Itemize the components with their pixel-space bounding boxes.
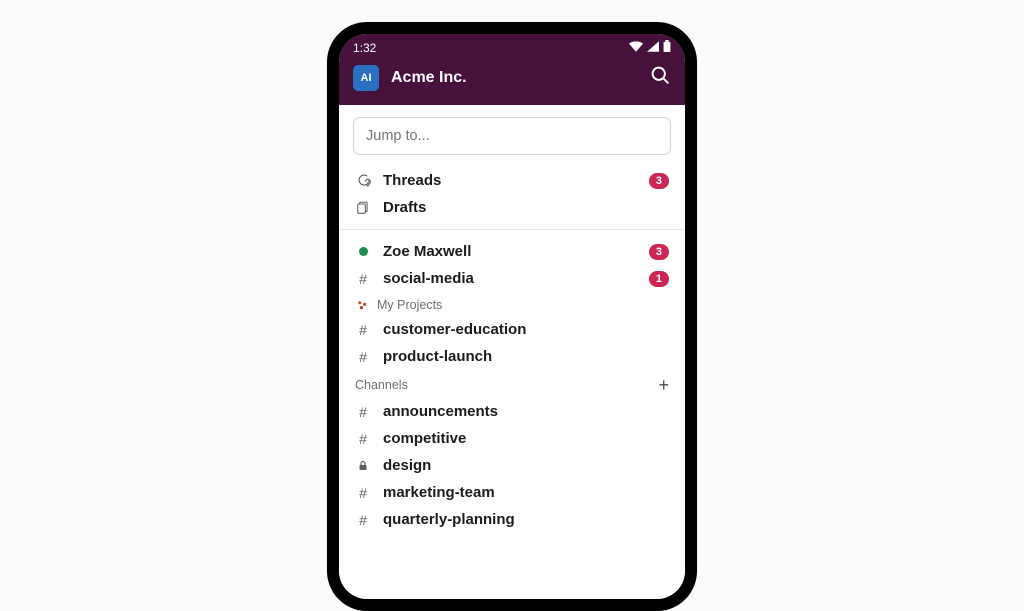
dm-label: Zoe Maxwell [383, 243, 637, 260]
lock-icon [355, 459, 371, 472]
workspace-name[interactable]: Acme Inc. [391, 69, 638, 87]
phone-frame: 1:32 AI Acme Inc. [327, 22, 697, 611]
hash-icon: # [355, 271, 371, 287]
battery-icon [663, 40, 671, 55]
drafts-icon [355, 200, 371, 215]
channel-badge: 1 [649, 271, 669, 287]
workspace-avatar[interactable]: AI [353, 65, 379, 91]
channel-label: quarterly-planning [383, 511, 669, 528]
channel-design[interactable]: design [339, 452, 685, 479]
channel-label: design [383, 457, 669, 474]
wifi-icon [629, 41, 643, 55]
channel-label: marketing-team [383, 484, 669, 501]
dm-zoe-maxwell[interactable]: Zoe Maxwell 3 [339, 238, 685, 265]
jump-to-wrap [339, 105, 685, 167]
section-title: Channels [355, 378, 650, 392]
threads-icon [355, 173, 371, 188]
threads-badge: 3 [649, 173, 669, 189]
section-title: My Projects [377, 298, 669, 312]
channel-label: product-launch [383, 348, 669, 365]
folder-emoji-icon [355, 298, 369, 312]
channel-label: customer-education [383, 321, 669, 338]
channel-quarterly-planning[interactable]: # quarterly-planning [339, 506, 685, 533]
sidebar-content: Threads 3 Drafts Zoe Maxwell 3 # social-… [339, 105, 685, 599]
channel-social-media[interactable]: # social-media 1 [339, 265, 685, 292]
top-bar: AI Acme Inc. [339, 57, 685, 105]
hash-icon: # [355, 485, 371, 501]
nav-threads[interactable]: Threads 3 [339, 167, 685, 194]
channel-customer-education[interactable]: # customer-education [339, 316, 685, 343]
hash-icon: # [355, 322, 371, 338]
screen: 1:32 AI Acme Inc. [339, 34, 685, 599]
header: 1:32 AI Acme Inc. [339, 34, 685, 105]
signal-icon [647, 41, 659, 55]
channel-announcements[interactable]: # announcements [339, 398, 685, 425]
status-bar: 1:32 [339, 34, 685, 57]
channel-label: social-media [383, 270, 637, 287]
hash-icon: # [355, 349, 371, 365]
search-button[interactable] [650, 65, 671, 91]
add-channel-button[interactable]: + [658, 376, 669, 394]
hash-icon: # [355, 512, 371, 528]
channel-product-launch[interactable]: # product-launch [339, 343, 685, 370]
status-time: 1:32 [353, 41, 376, 55]
hash-icon: # [355, 431, 371, 447]
section-channels-header[interactable]: Channels + [339, 370, 685, 398]
channel-label: announcements [383, 403, 669, 420]
jump-to-input[interactable] [353, 117, 671, 155]
nav-drafts[interactable]: Drafts [339, 194, 685, 221]
nav-threads-label: Threads [383, 172, 637, 189]
presence-icon [355, 247, 371, 256]
status-icons [629, 40, 671, 55]
dm-badge: 3 [649, 244, 669, 260]
section-my-projects-header[interactable]: My Projects [339, 292, 685, 316]
hash-icon: # [355, 404, 371, 420]
channel-competitive[interactable]: # competitive [339, 425, 685, 452]
divider [339, 229, 685, 230]
channel-marketing-team[interactable]: # marketing-team [339, 479, 685, 506]
nav-drafts-label: Drafts [383, 199, 669, 216]
channel-label: competitive [383, 430, 669, 447]
